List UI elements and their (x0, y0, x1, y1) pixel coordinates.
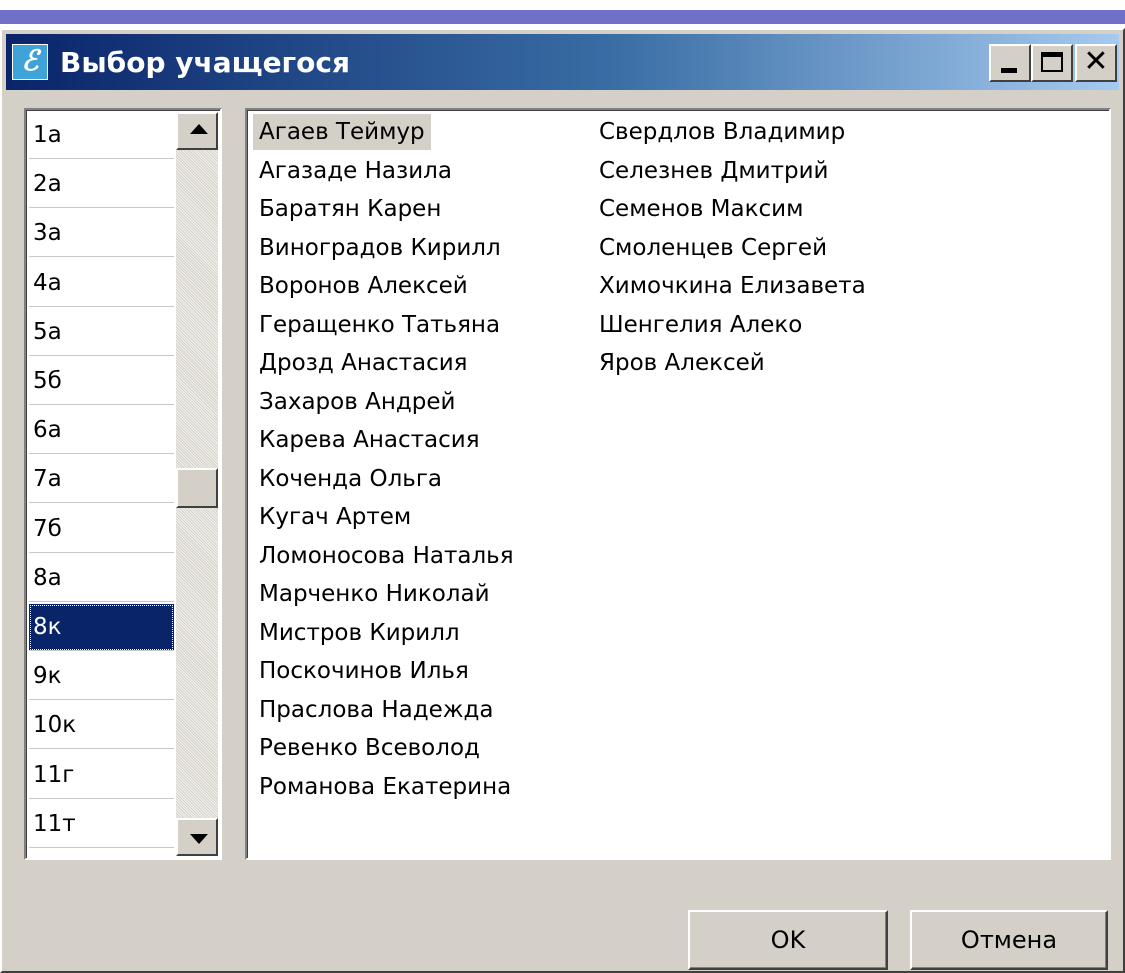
student-list-item[interactable]: Поскочинов Илья (253, 653, 475, 689)
background-bar (0, 10, 1125, 24)
class-list-scrollbar[interactable] (176, 112, 218, 856)
scroll-down-button[interactable] (176, 818, 218, 856)
class-list-item[interactable]: 1а (29, 112, 174, 159)
ok-button[interactable]: OK (688, 910, 888, 970)
student-list-item[interactable]: Шенгелия Алеко (593, 307, 808, 343)
close-icon: ✕ (1083, 44, 1109, 79)
student-list-item[interactable]: Праслова Надежда (253, 692, 500, 728)
student-list-item[interactable]: Воронов Алексей (253, 268, 474, 304)
cancel-button[interactable]: Отмена (910, 910, 1108, 970)
student-list-item[interactable]: Химочкина Елизавета (593, 268, 872, 304)
student-list-item[interactable]: Дрозд Анастасия (253, 345, 474, 381)
class-list-item[interactable]: 11т (29, 801, 174, 848)
title-bar[interactable]: ℰ Выбор учащегося ✕ (6, 34, 1119, 90)
maximize-button[interactable] (1031, 44, 1073, 82)
dialog-window: ℰ Выбор учащегося ✕ 1а 2а 3а 4а 5а 5б 6а 7а 7б 8а… (0, 28, 1125, 973)
student-list-item[interactable]: Свердлов Владимир (593, 114, 851, 150)
class-list-item[interactable]: 11г (29, 752, 174, 799)
class-list-item[interactable]: 5а (29, 309, 174, 356)
student-list-item[interactable]: Селезнев Дмитрий (593, 153, 835, 189)
student-list-item[interactable]: Яров Алексей (593, 345, 771, 381)
arrow-down-icon (190, 834, 208, 844)
minimize-button[interactable] (989, 44, 1031, 82)
class-list-item[interactable]: 9к (29, 653, 174, 701)
student-list-item[interactable]: Баратян Карен (253, 191, 447, 227)
student-list-item[interactable]: Романова Екатерина (253, 769, 517, 805)
background-strip (0, 0, 1125, 28)
student-list-item[interactable]: Агазаде Назила (253, 153, 458, 189)
class-list-item[interactable]: 6а (29, 407, 174, 455)
student-list-item[interactable]: Карева Анастасия (253, 422, 486, 458)
minimize-icon (1001, 68, 1017, 73)
app-logo-icon: ℰ (12, 44, 48, 80)
student-list-item[interactable]: Ломоносова Наталья (253, 538, 520, 574)
class-list-item[interactable]: 4а (29, 260, 174, 307)
student-list-item[interactable]: Агаев Теймур (253, 114, 431, 150)
student-list-item[interactable]: Кугач Артем (253, 499, 417, 535)
close-button[interactable]: ✕ (1075, 44, 1117, 82)
class-list-item[interactable]: 5б (29, 358, 174, 405)
maximize-icon (1041, 52, 1063, 72)
student-list-item[interactable]: Мистров Кирилл (253, 615, 466, 651)
student-list-item[interactable]: Семенов Максим (593, 191, 809, 227)
arrow-up-icon (190, 124, 208, 134)
class-list-item[interactable]: 8к (29, 604, 174, 651)
scroll-thumb[interactable] (176, 468, 218, 508)
class-list-item[interactable]: 2а (29, 161, 174, 209)
student-list-item[interactable]: Виноградов Кирилл (253, 230, 507, 266)
student-list-item[interactable]: Захаров Андрей (253, 384, 461, 420)
scroll-up-button[interactable] (176, 112, 218, 150)
student-list-item[interactable]: Смоленцев Сергей (593, 230, 833, 266)
student-list-item[interactable]: Ревенко Всеволод (253, 730, 486, 766)
class-list-item[interactable]: 7а (29, 456, 174, 504)
window-title: Выбор учащегося (60, 46, 350, 79)
class-list-item[interactable]: 10к (29, 702, 174, 750)
student-list[interactable]: Агаев Теймур Агазаде Назила Баратян Карен В… (245, 108, 1111, 860)
class-list[interactable]: 1а 2а 3а 4а 5а 5б 6а 7а 7б 8а 8к 9к 10к 11г 11т (24, 108, 222, 860)
student-list-item[interactable]: Геращенко Татьяна (253, 307, 506, 343)
class-list-item[interactable]: 7б (29, 506, 174, 553)
class-list-item[interactable]: 8а (29, 555, 174, 602)
student-list-item[interactable]: Коченда Ольга (253, 461, 448, 497)
class-list-item[interactable]: 3а (29, 210, 174, 258)
student-list-item[interactable]: Марченко Николай (253, 576, 496, 612)
